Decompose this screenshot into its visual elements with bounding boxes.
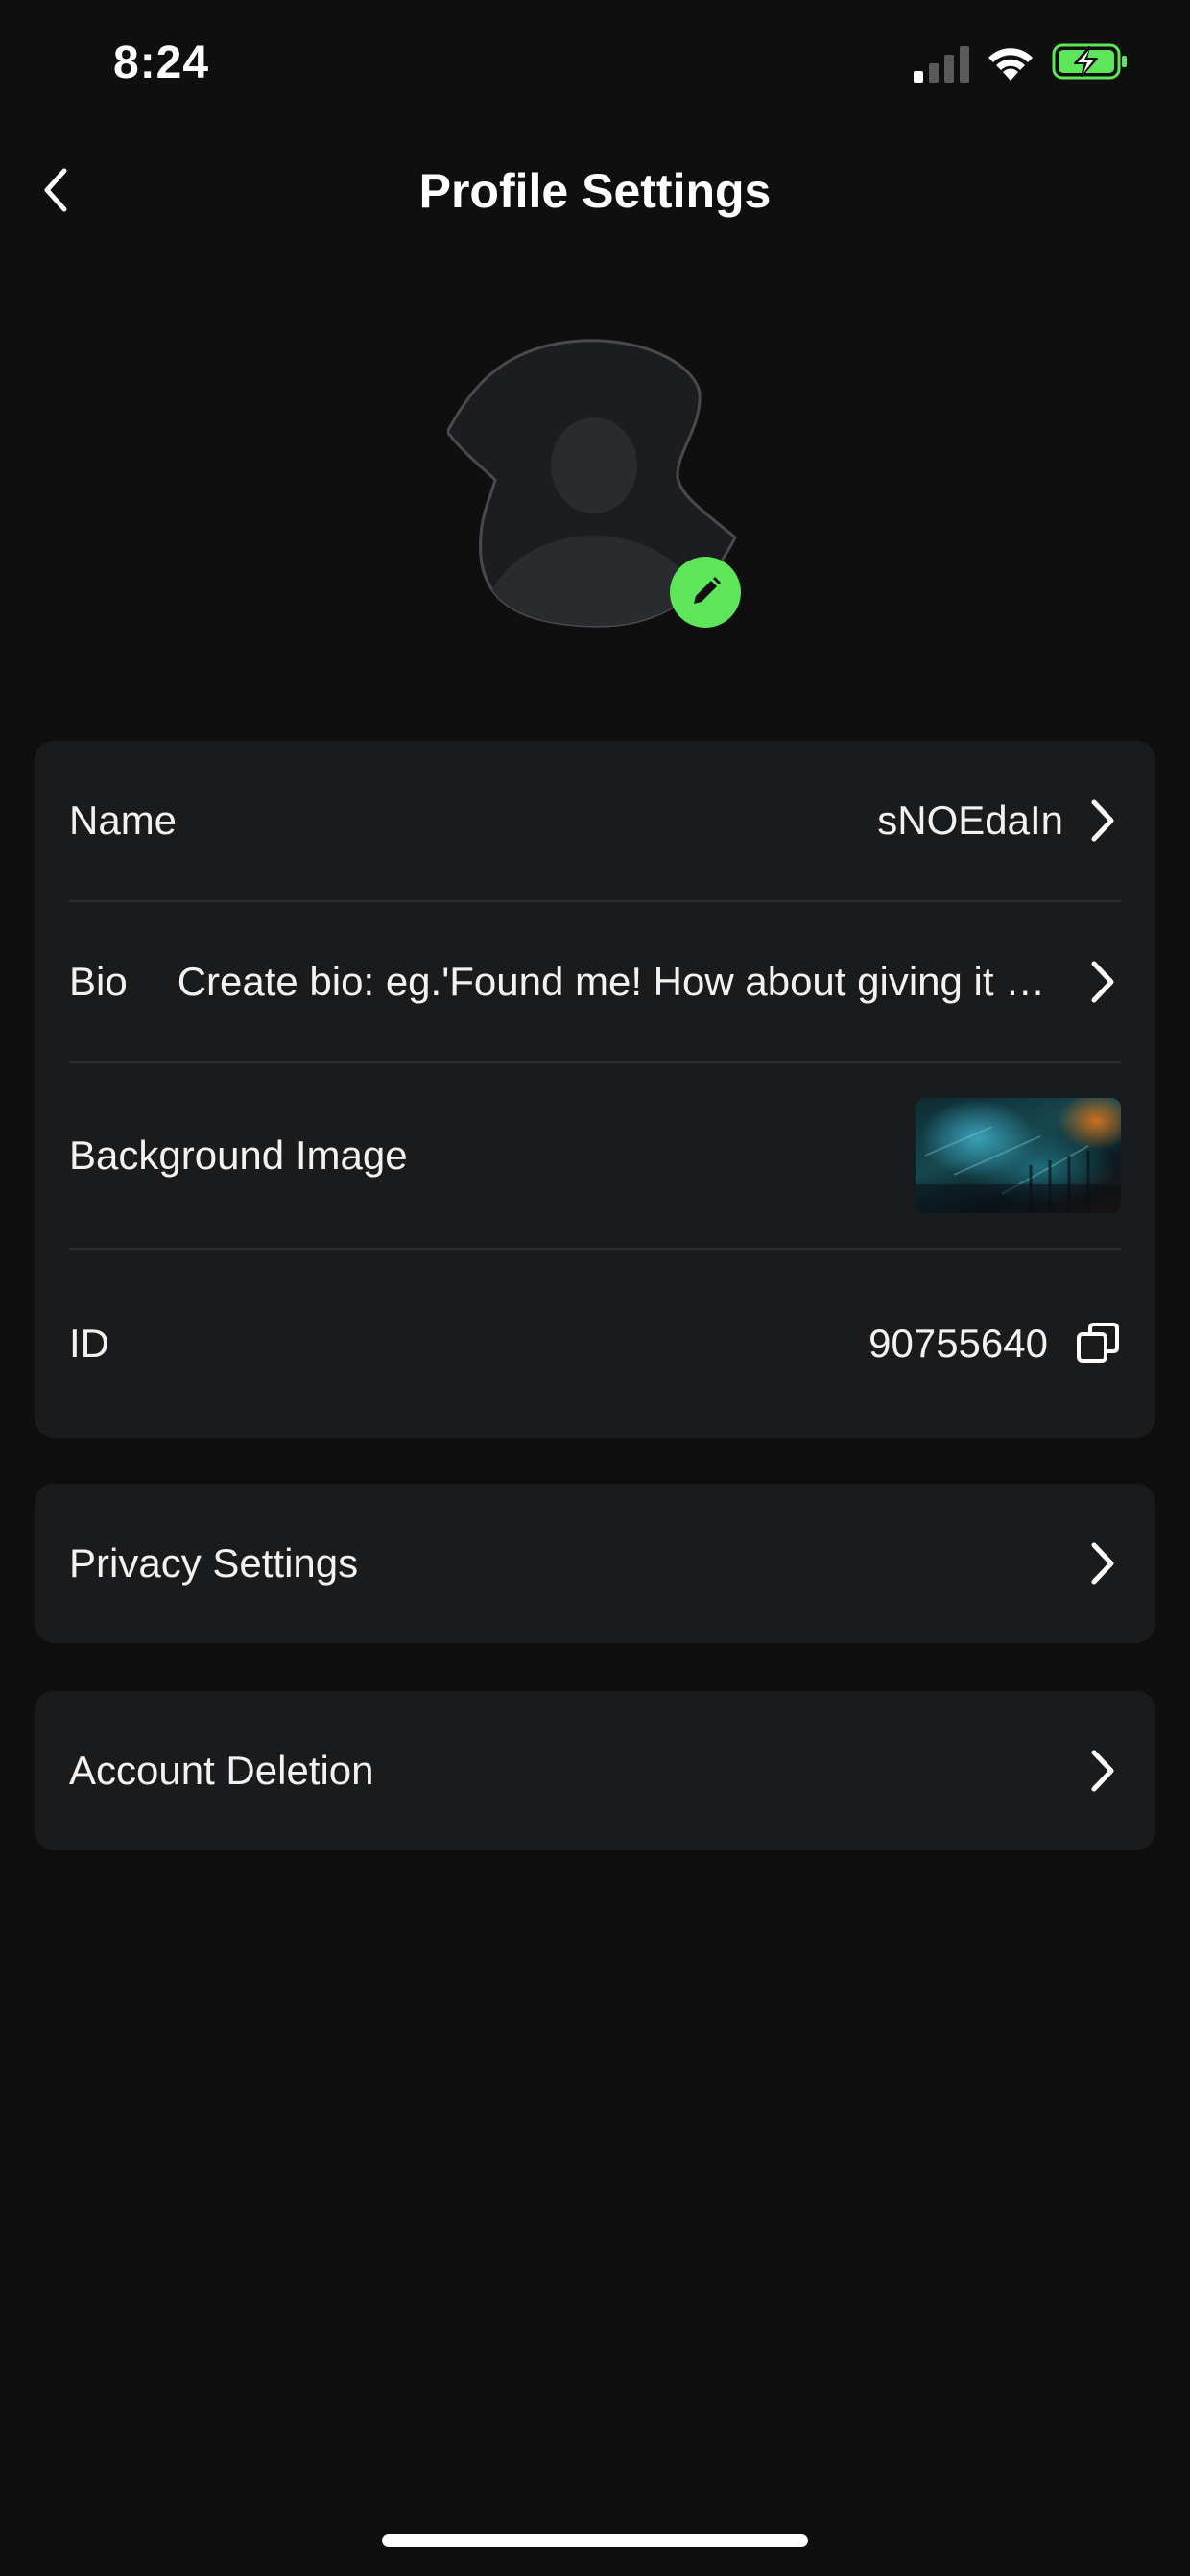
profile-info-card: Name sNOEdaIn Bio Create bio: eg.'Found … <box>35 741 1155 1438</box>
name-label: Name <box>69 798 178 843</box>
chevron-right-icon <box>1091 1542 1114 1585</box>
account-deletion-card[interactable]: Account Deletion <box>35 1691 1155 1850</box>
copy-icon[interactable] <box>1075 1321 1121 1367</box>
chevron-right-icon <box>1091 799 1114 842</box>
status-time: 8:24 <box>113 37 210 88</box>
page-title: Profile Settings <box>418 164 772 218</box>
privacy-settings-label: Privacy Settings <box>69 1540 359 1586</box>
home-indicator[interactable] <box>382 2534 808 2547</box>
chevron-right-icon <box>1091 1750 1114 1792</box>
privacy-settings-row[interactable]: Privacy Settings <box>69 1484 1121 1643</box>
bio-row[interactable]: Bio Create bio: eg.'Found me! How about … <box>69 902 1121 1061</box>
name-row[interactable]: Name sNOEdaIn <box>69 741 1121 900</box>
battery-charging-icon <box>1052 43 1127 80</box>
nav-bar: Profile Settings <box>0 144 1190 236</box>
status-bar: 8:24 <box>0 0 1190 134</box>
bio-label: Bio <box>69 959 128 1004</box>
privacy-settings-card[interactable]: Privacy Settings <box>35 1484 1155 1643</box>
background-image-row[interactable]: Background Image <box>69 1063 1121 1248</box>
background-image-thumbnail[interactable] <box>916 1098 1121 1213</box>
edit-avatar-button[interactable] <box>670 557 741 628</box>
chevron-right-icon <box>1091 961 1114 1003</box>
background-image-picture <box>916 1126 1121 1213</box>
wifi-icon <box>988 48 1033 81</box>
profile-settings-screen: 8:24 Profile Settings Name sNOEdaIn Bio … <box>0 0 1190 2576</box>
id-value: 90755640 <box>869 1321 1048 1366</box>
cellular-signal-icon <box>914 46 969 83</box>
account-deletion-row[interactable]: Account Deletion <box>69 1691 1121 1850</box>
id-row: ID 90755640 <box>69 1250 1121 1438</box>
id-label: ID <box>69 1321 109 1366</box>
pencil-icon <box>694 577 721 604</box>
name-value: sNOEdaIn <box>877 798 1063 843</box>
avatar[interactable] <box>447 336 745 633</box>
bio-value: Create bio: eg.'Found me! How about givi… <box>177 959 1063 1004</box>
background-image-label: Background Image <box>69 1133 408 1178</box>
account-deletion-label: Account Deletion <box>69 1748 374 1793</box>
